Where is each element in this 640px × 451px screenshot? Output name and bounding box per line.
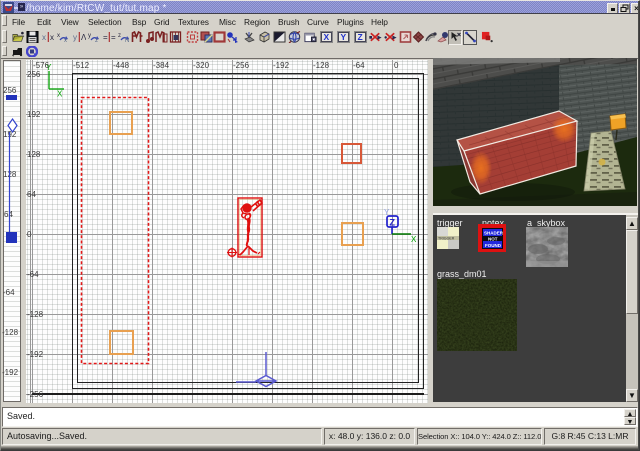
svg-text:y: y [88,33,91,39]
svg-text:NOT: NOT [488,236,498,241]
svg-text:y: y [73,33,77,42]
svg-text:x: x [57,33,60,39]
svg-text:Z: Z [358,32,363,42]
svg-text:X: X [324,32,330,42]
svg-text:x: x [42,33,46,42]
svg-text:x: x [64,38,67,43]
svg-text:z: z [95,38,98,43]
svg-text:Z: Z [390,218,396,228]
svg-text:=: = [111,33,116,42]
svg-text:FOUND: FOUND [485,243,502,248]
svg-text:Λ: Λ [81,33,86,42]
svg-text:X: X [411,235,417,244]
svg-text:N: N [125,38,129,43]
svg-text:SHADER: SHADER [484,230,503,235]
svg-text:z: z [118,33,121,39]
svg-text:▶: ▶ [377,35,382,41]
svg-text:Y: Y [341,32,347,42]
svg-text:▶: ▶ [392,35,397,41]
svg-text:x: x [50,33,54,42]
svg-text:TRIGGER: TRIGGER [438,237,455,241]
svg-text:=: = [103,33,108,42]
svg-text:X: X [57,90,63,99]
